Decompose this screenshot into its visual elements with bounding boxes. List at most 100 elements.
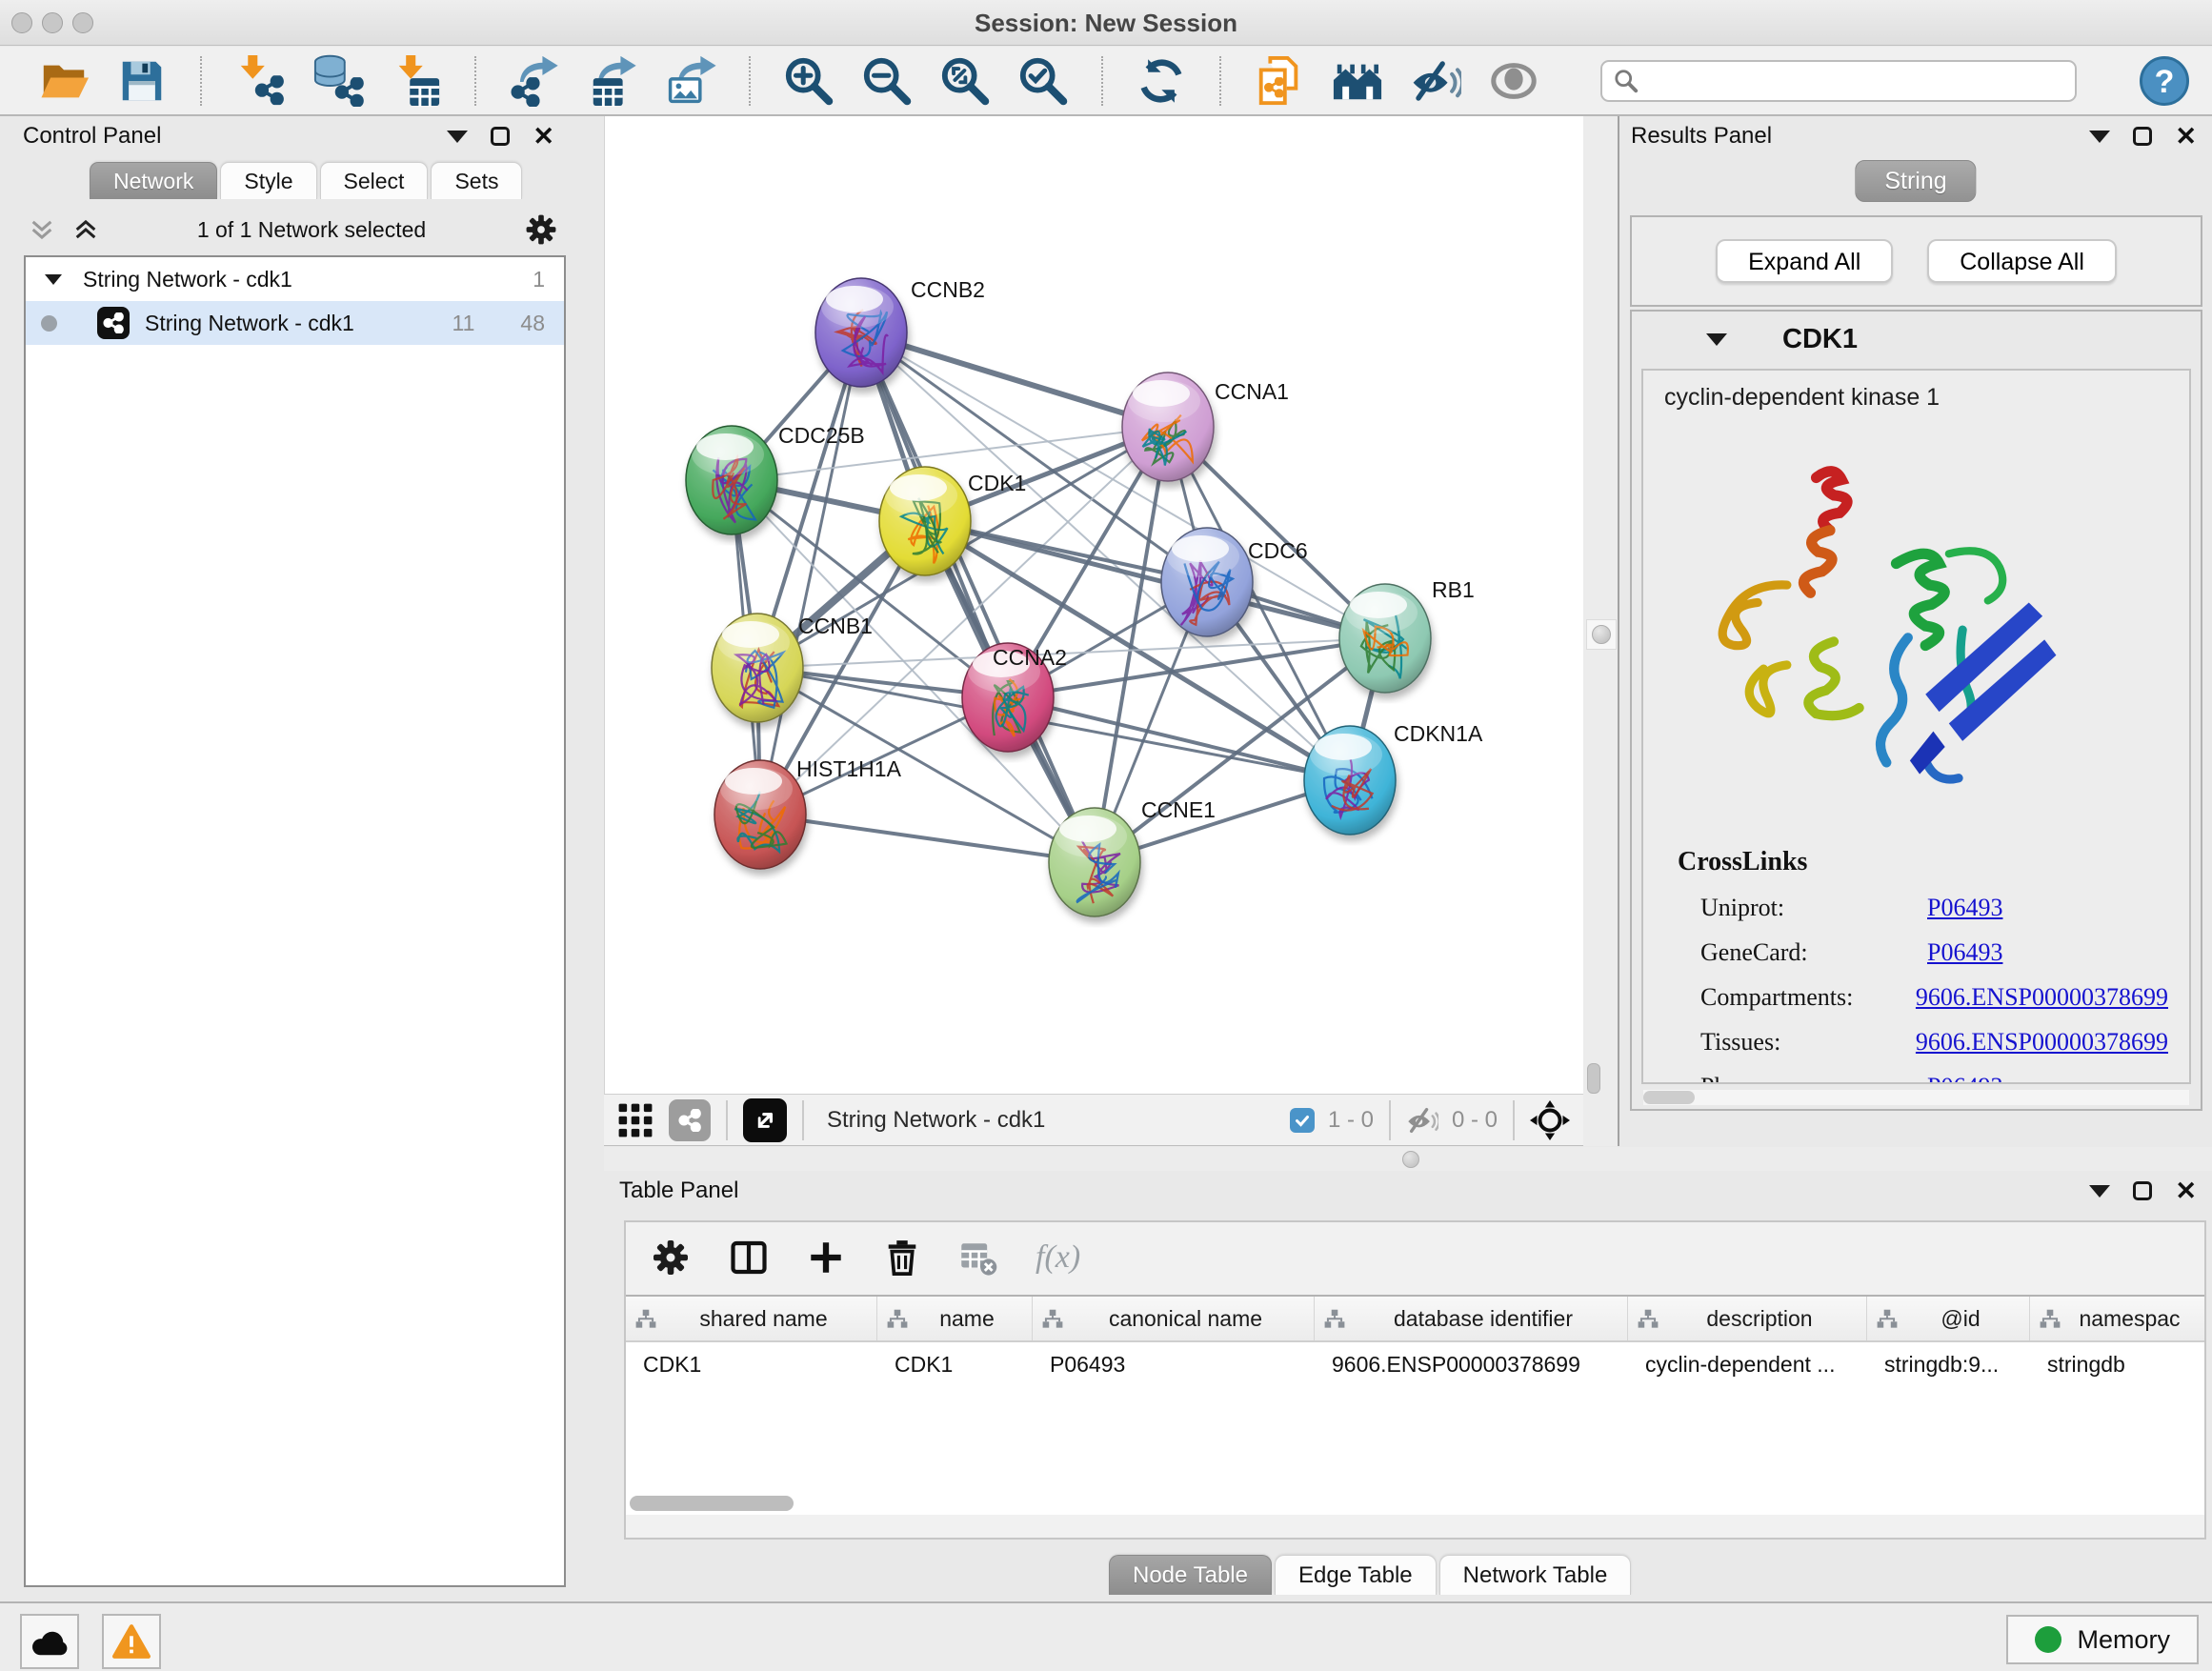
cloud-status-button[interactable] [20,1614,79,1669]
export-image-button[interactable] [663,53,718,109]
crosslink-link[interactable]: 9606.ENSP00000378699 [1916,1028,2168,1057]
table-cell[interactable]: stringdb [2030,1352,2204,1378]
delete-column-trash-icon[interactable] [883,1238,921,1277]
zoom-fit-button[interactable] [937,53,993,109]
crosslink-link[interactable]: P06493 [1927,1073,2002,1084]
hide-selected-button[interactable] [1408,53,1463,109]
network-node-cdc6[interactable] [1161,528,1253,636]
tab-sets[interactable]: Sets [431,162,522,199]
zoom-in-button[interactable] [781,53,836,109]
tab-string[interactable]: String [1855,160,1976,202]
apply-layout-button[interactable] [1134,53,1189,109]
network-node-ccnb1[interactable] [712,614,803,722]
table-cell[interactable]: cyclin-dependent ... [1628,1352,1867,1378]
new-network-from-selection-button[interactable] [1252,53,1307,109]
collapse-all-button[interactable]: Collapse All [1927,239,2117,283]
float-panel-icon[interactable] [2133,1181,2152,1200]
network-node-cdk1[interactable] [879,467,971,575]
table-cell[interactable]: stringdb:9... [1867,1352,2030,1378]
protein-section-header[interactable]: CDK1 [1632,312,2201,367]
network-row-selected[interactable]: String Network - cdk1 11 48 [26,301,564,345]
zoom-out-button[interactable] [859,53,915,109]
memory-button[interactable]: Memory [2006,1615,2199,1664]
table-cell[interactable]: 9606.ENSP00000378699 [1315,1352,1628,1378]
network-edge[interactable] [925,521,1385,638]
network-node-ccne1[interactable] [1049,808,1140,916]
scrollbar-thumb[interactable] [1587,1063,1600,1094]
network-edge[interactable] [760,332,861,815]
crosslink-link[interactable]: P06493 [1927,938,2002,967]
network-edge[interactable] [760,815,1095,862]
show-columns-icon[interactable] [729,1238,769,1278]
table-hscrollbar[interactable] [630,1496,2201,1513]
table-cell[interactable]: CDK1 [877,1352,1033,1378]
column-header-namespac[interactable]: namespac [2030,1297,2204,1340]
float-panel-icon[interactable] [2133,127,2152,146]
panel-menu-icon[interactable] [447,131,468,143]
export-network-button[interactable] [507,53,562,109]
network-node-cdkn1a[interactable] [1304,726,1396,835]
expand-all-icon[interactable] [72,216,99,243]
birdseye-crosshair-icon[interactable] [1530,1100,1570,1140]
grid-view-icon[interactable] [617,1102,654,1138]
save-session-button[interactable] [114,53,170,109]
table-cell[interactable]: P06493 [1033,1352,1315,1378]
float-panel-icon[interactable] [491,127,510,146]
close-panel-icon[interactable]: ✕ [2175,127,2197,146]
column-header--id[interactable]: @id [1867,1297,2030,1340]
tab-network-table[interactable]: Network Table [1439,1555,1632,1595]
results-hscrollbar[interactable] [1643,1090,2189,1105]
column-header-canonical-name[interactable]: canonical name [1033,1297,1315,1340]
export-table-button[interactable] [585,53,640,109]
network-edge[interactable] [861,332,1168,427]
network-canvas[interactable]: CCNB2CCNA1CDC25BCDK1CDC6RB1CCNB1CCNA2CDK… [604,116,1583,1094]
zoom-selected-button[interactable] [1016,53,1071,109]
splitter-handle[interactable] [1586,619,1617,650]
splitter-handle[interactable] [1402,1151,1419,1168]
column-header-description[interactable]: description [1628,1297,1867,1340]
network-node-cdc25b[interactable] [686,426,777,534]
open-session-button[interactable] [36,53,91,109]
crosslink-link[interactable]: 9606.ENSP00000378699 [1916,983,2168,1012]
import-table-file-button[interactable] [389,53,444,109]
network-node-rb1[interactable] [1339,584,1431,693]
expand-all-button[interactable]: Expand All [1716,239,1893,283]
first-neighbors-button[interactable] [1330,53,1385,109]
column-header-database-identifier[interactable]: database identifier [1315,1297,1628,1340]
network-node-hist1h1a[interactable] [714,760,806,869]
tab-edge-table[interactable]: Edge Table [1275,1555,1437,1595]
collapse-all-icon[interactable] [29,216,55,243]
selected-checkbox-icon[interactable] [1290,1108,1315,1133]
add-column-icon[interactable] [807,1238,845,1277]
collapse-section-icon[interactable] [1706,333,1727,346]
help-button[interactable]: ? [2140,56,2189,106]
close-panel-icon[interactable]: ✕ [533,127,554,146]
tab-select[interactable]: Select [320,162,429,199]
open-in-new-window-icon[interactable] [743,1098,787,1142]
collapse-row-icon[interactable] [45,274,62,285]
close-panel-icon[interactable]: ✕ [2175,1181,2197,1200]
panel-menu-icon[interactable] [2089,1185,2110,1198]
gear-icon[interactable] [524,212,558,247]
network-node-ccnb2[interactable] [815,278,907,387]
table-settings-gear-icon[interactable] [651,1238,691,1278]
tab-style[interactable]: Style [220,162,316,199]
show-all-button[interactable] [1486,53,1541,109]
import-network-file-button[interactable] [232,53,288,109]
network-node-ccna1[interactable] [1122,372,1214,481]
network-edge[interactable] [861,332,1095,862]
vertical-splitter[interactable] [1583,116,1619,1146]
column-header-name[interactable]: name [877,1297,1033,1340]
table-row[interactable]: CDK1CDK1P064939606.ENSP00000378699cyclin… [626,1342,2204,1386]
network-graph[interactable]: CCNB2CCNA1CDC25BCDK1CDC6RB1CCNB1CCNA2CDK… [605,116,1584,1094]
horizontal-splitter[interactable] [604,1147,2212,1171]
panel-menu-icon[interactable] [2089,131,2110,143]
network-collection-row[interactable]: String Network - cdk1 1 [26,257,564,301]
table-cell[interactable]: CDK1 [626,1352,877,1378]
tab-network[interactable]: Network [90,162,217,199]
search-input[interactable] [1648,67,2063,95]
column-header-shared-name[interactable]: shared name [626,1297,877,1340]
crosslink-link[interactable]: P06493 [1927,894,2002,922]
warning-status-button[interactable] [102,1614,161,1669]
import-network-database-button[interactable] [311,53,366,109]
